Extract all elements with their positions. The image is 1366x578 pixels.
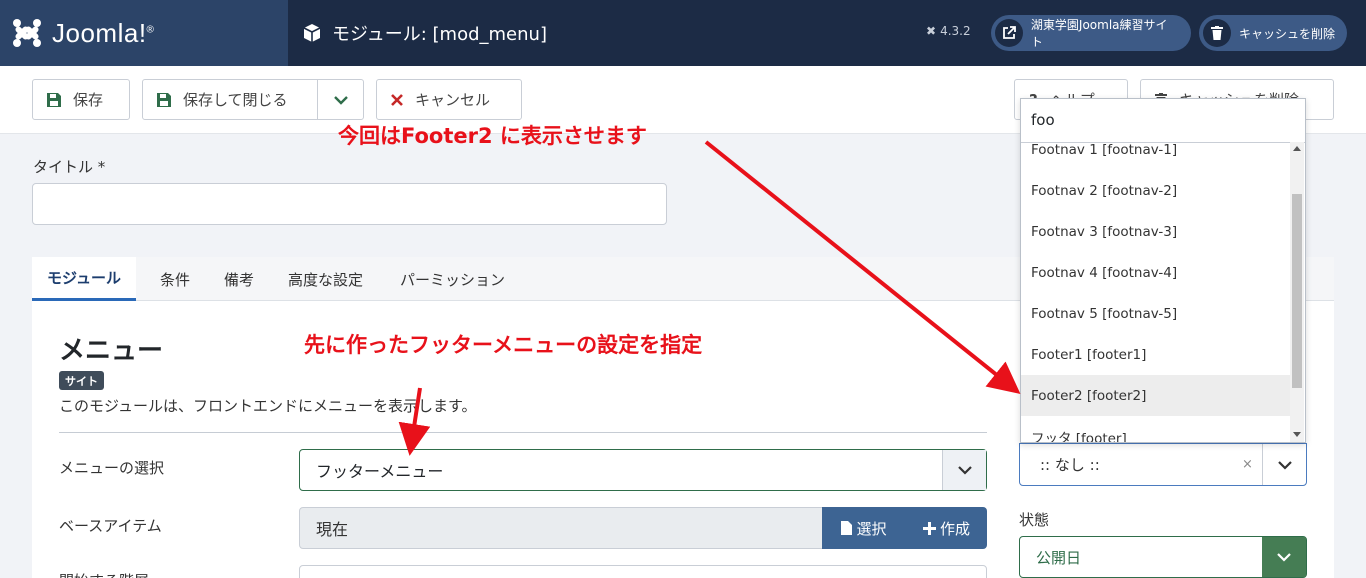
position-option[interactable]: Footnav 2 [footnav-2] [1021,170,1291,211]
chevron-down-icon [942,450,986,490]
module-heading: メニュー [59,336,164,366]
header-clear-cache-button[interactable]: キャッシュを削除 [1199,15,1347,51]
position-option[interactable]: Footnav 5 [footnav-5] [1021,293,1291,334]
state-label: 状態 [1019,511,1050,529]
tab-permissions[interactable]: パーミッション [400,257,505,301]
top-header: Joomla!® モジュール: [mod_menu] ✖ 4.3.2 湖東学園J… [0,0,1366,66]
annotation-top: 今回はFooter2 に表示させます [338,124,647,148]
save-close-label: 保存して閉じる [183,91,288,109]
position-select-value: :: なし :: [1040,456,1100,474]
state-select[interactable]: 公開日 [1019,536,1307,578]
header-clear-cache-label: キャッシュを削除 [1239,26,1336,41]
save-button[interactable]: 保存 [32,79,130,120]
tab-advanced[interactable]: 高度な設定 [288,257,363,301]
menu-select[interactable]: フッターメニュー [299,449,987,491]
select-button-label: 選択 [856,519,887,538]
joomla-small-icon: ✖ [926,24,937,38]
position-option[interactable]: Footnav 3 [footnav-3] [1021,211,1291,252]
start-level-select[interactable] [299,565,987,578]
position-option[interactable]: Footnav 4 [footnav-4] [1021,252,1291,293]
scrollbar-thumb[interactable] [1292,194,1302,388]
close-icon [391,93,403,106]
cancel-button[interactable]: キャンセル [376,79,522,120]
module-description: このモジュールは、フロントエンドにメニューを表示します。 [59,397,477,415]
logo-text: Joomla! [52,17,147,48]
trash-icon [1203,19,1231,47]
page-title: モジュール: [mod_menu] [302,0,547,66]
page-title-text: モジュール: [mod_menu] [332,24,547,45]
position-search-input[interactable]: foo [1021,99,1305,143]
chevron-down-icon [1262,537,1306,577]
position-option[interactable]: フッタ [footer] [1021,416,1291,443]
scroll-up-arrow-icon[interactable] [1293,146,1301,151]
state-select-value: 公開日 [1036,548,1082,567]
position-select[interactable]: :: なし :: × [1019,443,1307,486]
menu-select-label: メニューの選択 [59,459,165,477]
base-item-create-button[interactable]: 作成 [906,507,987,549]
version-info: ✖ 4.3.2 [926,24,971,38]
cube-icon [303,24,321,42]
site-badge: サイト [59,371,104,390]
save-label: 保存 [73,91,104,109]
create-button-label: 作成 [939,519,970,538]
clear-selection-icon[interactable]: × [1242,457,1253,472]
base-item-label: ベースアイテム [59,517,162,535]
view-site-button[interactable]: 湖東学園Joomla練習サイト [991,15,1191,51]
start-level-label: 開始する階層 [59,570,149,578]
plus-icon [922,521,936,535]
chevron-down-icon [333,95,348,105]
external-link-icon [995,19,1023,47]
menu-select-value: フッターメニュー [316,462,444,481]
annotation-middle: 先に作ったフッターメニューの設定を指定 [304,333,703,357]
save-close-button[interactable]: 保存して閉じる [142,79,318,120]
title-label: タイトル * [33,158,106,176]
joomla-logo-icon [13,19,41,47]
tab-notes[interactable]: 備考 [224,257,254,301]
divider [59,432,987,433]
view-site-label: 湖東学園Joomla練習サイト [1030,18,1168,49]
title-input[interactable] [32,183,667,225]
position-option[interactable]: Footnav 1 [footnav-1] [1021,143,1291,170]
position-option[interactable]: Footer1 [footer1] [1021,334,1291,375]
save-options-dropdown-button[interactable] [317,79,364,120]
save-icon [157,92,171,107]
chevron-down-icon [1262,444,1306,485]
position-dropdown: foo Footnav 1 [footnav-1] Footnav 2 [foo… [1020,98,1306,443]
scroll-down-arrow-icon[interactable] [1293,432,1301,437]
tab-conditions[interactable]: 条件 [160,257,190,301]
base-item-input: 現在 [299,507,823,549]
version-text: 4.3.2 [940,24,971,38]
logo-registered: ® [146,23,155,35]
save-icon [47,92,61,107]
cancel-label: キャンセル [415,91,491,109]
position-option-highlighted[interactable]: Footer2 [footer2] [1021,375,1291,416]
file-icon [841,521,853,535]
dropdown-scrollbar[interactable] [1290,142,1304,442]
tab-module[interactable]: モジュール [32,257,136,301]
joomla-logo[interactable]: Joomla!® [0,0,288,66]
base-item-select-button[interactable]: 選択 [822,507,906,549]
position-option-list: Footnav 1 [footnav-1] Footnav 2 [footnav… [1021,143,1291,443]
